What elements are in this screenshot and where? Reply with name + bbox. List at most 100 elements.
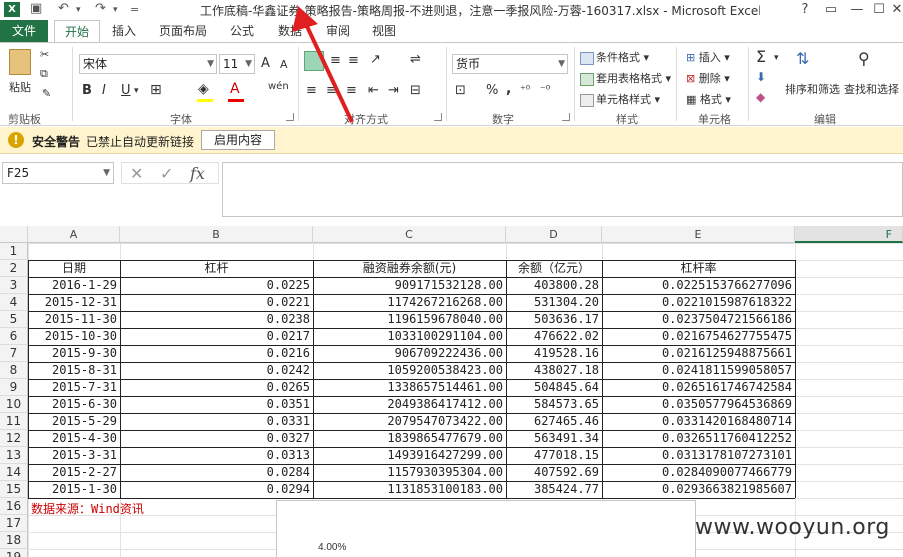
column-header-f[interactable]: F [795,226,903,243]
table-cell[interactable]: 0.0327 [120,430,313,447]
table-cell[interactable]: 627465.46 [506,413,602,430]
table-cell[interactable]: 0.0216754627755475 [602,328,795,345]
help-button[interactable]: ? [792,0,818,20]
row-header[interactable]: 10 [0,396,28,413]
cell-styles-button[interactable]: 单元格样式 ▾ [580,91,660,107]
table-cell[interactable]: 0.0284 [120,464,313,481]
table-cell[interactable]: 0.0331 [120,413,313,430]
row-header[interactable]: 3 [0,277,28,294]
alignment-launcher-icon[interactable] [434,113,442,121]
paste-icon[interactable] [9,49,31,75]
copy-icon[interactable]: ⧉ [40,67,48,81]
table-cell[interactable]: 1131853100183.00 [313,481,506,498]
tab-view[interactable]: 视图 [364,20,404,42]
table-header-cell[interactable]: 日期 [28,260,120,277]
name-box[interactable]: F25 ▼ [2,162,114,184]
bold-button[interactable]: B [82,83,92,98]
percent-button[interactable]: % [486,83,498,98]
table-cell[interactable]: 0.0216125948875661 [602,345,795,362]
redo-dropdown-icon[interactable]: ▾ [113,5,118,15]
row-header[interactable]: 2 [0,260,28,277]
row-header[interactable]: 1 [0,243,28,260]
table-cell[interactable]: 0.0331420168480714 [602,413,795,430]
comma-button[interactable]: , [506,81,511,97]
tab-home[interactable]: 开始 [54,20,100,42]
save-icon[interactable]: ▣ [30,1,42,16]
select-all-corner[interactable] [0,226,28,243]
align-right-icon[interactable]: ≡ [346,83,357,98]
table-cell[interactable]: 0.0216 [120,345,313,362]
table-cell[interactable]: 0.0313 [120,447,313,464]
table-cell[interactable]: 0.0241811599058057 [602,362,795,379]
table-cell[interactable]: 1338657514461.00 [313,379,506,396]
insert-cells-button[interactable]: ⊞ 插入 ▾ [686,49,730,65]
undo-dropdown-icon[interactable]: ▾ [76,5,81,15]
table-cell[interactable]: 531304.20 [506,294,602,311]
column-header-d[interactable]: D [506,226,602,243]
table-cell[interactable]: 0.0351 [120,396,313,413]
table-cell[interactable]: 476622.02 [506,328,602,345]
table-cell[interactable]: 0.0265161746742584 [602,379,795,396]
table-cell[interactable]: 584573.65 [506,396,602,413]
table-cell[interactable]: 0.0242 [120,362,313,379]
table-cell[interactable]: 2015-4-30 [28,430,120,447]
table-cell[interactable]: 0.0217 [120,328,313,345]
formula-input[interactable] [222,162,903,217]
column-header-c[interactable]: C [313,226,506,243]
table-cell[interactable]: 403800.28 [506,277,602,294]
table-cell[interactable]: 1059200538423.00 [313,362,506,379]
delete-cells-button[interactable]: ⊠ 删除 ▾ [686,70,730,86]
table-cell[interactable]: 2015-12-31 [28,294,120,311]
sort-filter-button[interactable]: 排序和筛选 [785,81,840,97]
decrease-indent-icon[interactable]: ⇤ [368,83,379,98]
table-cell[interactable]: 419528.16 [506,345,602,362]
row-header[interactable]: 9 [0,379,28,396]
table-cell[interactable]: 477018.15 [506,447,602,464]
tab-review[interactable]: 审阅 [318,20,358,42]
table-cell[interactable]: 1493916427299.00 [313,447,506,464]
row-header[interactable]: 14 [0,464,28,481]
row-header[interactable]: 11 [0,413,28,430]
table-cell[interactable]: 2015-9-30 [28,345,120,362]
grow-font-button[interactable]: A [261,56,270,71]
row-header[interactable]: 16 [0,498,28,515]
chevron-down-icon[interactable]: ▾ [134,86,139,96]
table-header-cell[interactable]: 余额（亿元） [506,260,602,277]
autosum-icon[interactable]: Σ [756,47,766,66]
row-header[interactable]: 4 [0,294,28,311]
column-header-b[interactable]: B [120,226,313,243]
find-select-button[interactable]: 查找和选择 [844,81,899,97]
bottom-align-icon[interactable]: ≡ [348,53,359,68]
format-as-table-button[interactable]: 套用表格格式 ▾ [580,70,671,86]
redo-icon[interactable]: ↷ [95,1,106,16]
cut-icon[interactable]: ✂ [40,48,49,61]
table-cell[interactable]: 563491.34 [506,430,602,447]
phonetic-button[interactable]: wén [268,81,289,92]
table-cell[interactable]: 2049386417412.00 [313,396,506,413]
font-launcher-icon[interactable] [286,113,294,121]
align-left-icon[interactable]: ≡ [306,83,317,98]
row-header[interactable]: 13 [0,447,28,464]
table-cell[interactable]: 2015-11-30 [28,311,120,328]
orientation-icon[interactable]: ↗ [370,52,381,67]
font-color-icon[interactable]: A [230,81,240,97]
table-cell[interactable]: 906709222436.00 [313,345,506,362]
table-cell[interactable]: 909171532128.00 [313,277,506,294]
underline-button[interactable]: U [121,83,131,98]
table-cell[interactable]: 0.0225153766277096 [602,277,795,294]
table-cell[interactable]: 2079547073422.00 [313,413,506,430]
top-align-icon[interactable] [304,51,324,71]
table-cell[interactable]: 407592.69 [506,464,602,481]
borders-icon[interactable]: ⊞ [150,82,162,98]
row-header[interactable]: 7 [0,345,28,362]
row-header[interactable]: 15 [0,481,28,498]
table-cell[interactable]: 1196159678040.00 [313,311,506,328]
table-cell[interactable]: 2015-5-29 [28,413,120,430]
table-cell[interactable]: 0.0326511760412252 [602,430,795,447]
middle-align-icon[interactable]: ≡ [330,53,341,68]
tab-file[interactable]: 文件 [0,20,48,42]
table-header-cell[interactable]: 杠杆 [120,260,313,277]
table-cell[interactable]: 0.0221 [120,294,313,311]
fill-icon[interactable]: ⬇ [756,70,766,84]
find-select-icon[interactable]: ⚲ [858,49,870,68]
